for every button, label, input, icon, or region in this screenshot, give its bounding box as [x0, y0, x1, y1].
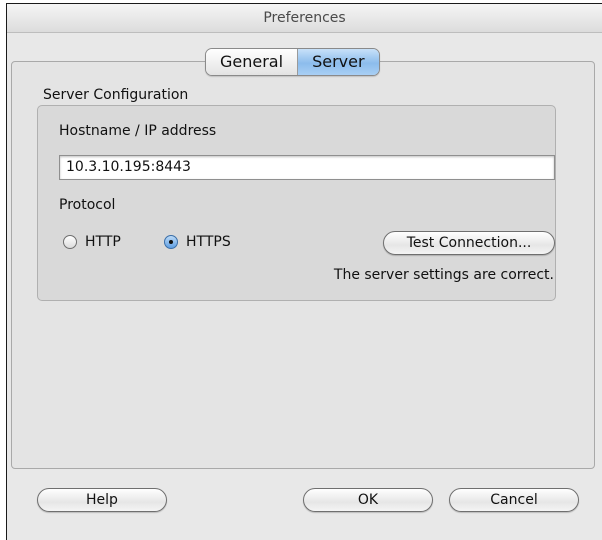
protocol-label: Protocol	[59, 197, 116, 213]
server-configuration-label: Server Configuration	[43, 87, 189, 103]
radio-http-indicator[interactable]	[63, 235, 77, 249]
tab-server[interactable]: Server	[297, 49, 379, 75]
radio-https-indicator[interactable]	[164, 235, 178, 249]
hostname-field[interactable]: 10.3.10.195:8443	[59, 155, 555, 180]
ok-button[interactable]: OK	[303, 488, 433, 512]
help-button[interactable]: Help	[37, 488, 167, 512]
radio-https-label: HTTPS	[186, 234, 231, 250]
cancel-button[interactable]: Cancel	[449, 488, 579, 512]
tab-general[interactable]: General	[206, 49, 298, 75]
window-title: Preferences	[7, 4, 602, 33]
preferences-window: Preferences General Server Server Config…	[6, 3, 602, 540]
protocol-radio-https[interactable]: HTTPS	[164, 234, 231, 250]
hostname-label: Hostname / IP address	[59, 123, 217, 139]
radio-http-label: HTTP	[85, 234, 121, 250]
test-connection-button[interactable]: Test Connection...	[383, 231, 555, 255]
tab-bar: General Server	[205, 48, 380, 76]
protocol-radio-http[interactable]: HTTP	[63, 234, 121, 250]
status-message: The server settings are correct.	[333, 267, 554, 283]
